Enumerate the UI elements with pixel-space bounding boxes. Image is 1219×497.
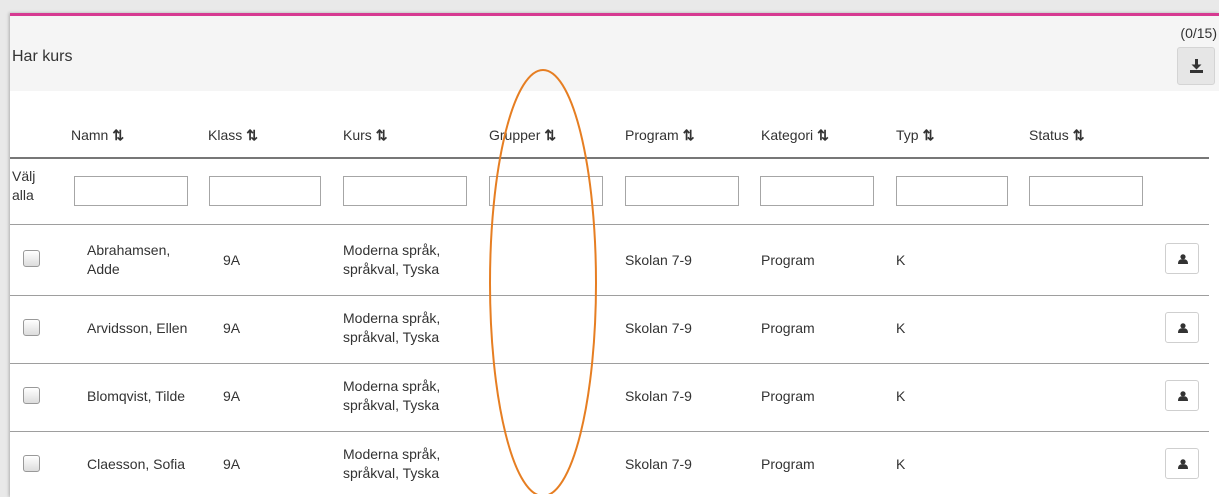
column-header-program[interactable]: Program ⇅ [625, 127, 694, 144]
cell-namn: Claesson, Sofia [87, 455, 185, 474]
cell-klass: 9A [223, 252, 241, 268]
cell-namn: Arvidsson, Ellen [87, 319, 187, 338]
row-divider [10, 363, 1209, 364]
cell-namn: Abrahamsen, Adde [87, 241, 170, 279]
sort-icon: ⇅ [682, 127, 695, 143]
cell-kurs: Moderna språk, språkval, Tyska [343, 377, 440, 415]
sort-icon: ⇅ [246, 127, 258, 143]
column-label: Program [625, 127, 679, 143]
kurs-line2: språkval, Tyska [343, 329, 440, 345]
cell-program: Skolan 7-9 [625, 320, 692, 336]
row-checkbox[interactable] [23, 250, 40, 267]
row-divider [10, 431, 1209, 432]
cell-program: Skolan 7-9 [625, 388, 692, 404]
user-icon [1178, 254, 1188, 264]
panel-title: Har kurs [12, 48, 73, 65]
view-student-button[interactable] [1165, 312, 1199, 343]
column-header-namn[interactable]: Namn ⇅ [71, 127, 124, 144]
name-line1: Blomqvist, Tilde [87, 388, 186, 404]
name-line1: Arvidsson, Ellen [87, 320, 188, 336]
filter-kurs-input[interactable] [343, 176, 467, 206]
cell-klass: 9A [223, 456, 241, 472]
cell-kategori: Program [761, 456, 815, 472]
panel-header: Har kurs (0/15) [10, 16, 1219, 91]
sort-icon: ⇅ [375, 127, 388, 143]
filter-namn-input[interactable] [74, 176, 188, 206]
kurs-line1: Moderna språk, [343, 242, 441, 258]
kurs-line1: Moderna språk, [343, 310, 441, 326]
export-button[interactable] [1177, 47, 1215, 85]
cell-kategori: Program [761, 388, 815, 404]
cell-namn: Blomqvist, Tilde [87, 387, 185, 406]
cell-typ: K [896, 320, 906, 336]
name-line1: Claesson, Sofia [87, 456, 186, 472]
cell-kurs: Moderna språk, språkval, Tyska [343, 309, 440, 347]
user-icon [1178, 391, 1188, 401]
filter-status-input[interactable] [1029, 176, 1143, 206]
filter-divider [10, 224, 1209, 225]
cell-kategori: Program [761, 252, 815, 268]
cell-typ: K [896, 388, 906, 404]
download-icon [1190, 59, 1203, 73]
cell-kategori: Program [761, 320, 815, 336]
row-checkbox[interactable] [23, 455, 40, 472]
kurs-line2: språkval, Tyska [343, 261, 440, 277]
cell-typ: K [896, 252, 906, 268]
user-icon [1178, 323, 1188, 333]
sort-icon: ⇅ [1072, 127, 1085, 143]
header-divider [10, 157, 1209, 159]
column-label: Klass [208, 127, 243, 143]
column-label: Namn [71, 127, 109, 143]
view-student-button[interactable] [1165, 380, 1199, 411]
column-header-kurs[interactable]: Kurs ⇅ [343, 127, 388, 144]
row-checkbox[interactable] [23, 387, 40, 404]
name-line1: Abrahamsen, [87, 242, 171, 258]
row-divider [10, 295, 1209, 296]
sort-icon: ⇅ [544, 127, 557, 143]
kurs-line2: språkval, Tyska [343, 397, 440, 413]
column-label: Typ [896, 127, 919, 143]
column-header-klass[interactable]: Klass ⇅ [208, 127, 258, 144]
sort-icon: ⇅ [112, 127, 125, 143]
cell-klass: 9A [223, 388, 241, 404]
cell-kurs: Moderna språk, språkval, Tyska [343, 241, 440, 279]
view-student-button[interactable] [1165, 243, 1199, 274]
column-label: Kurs [343, 127, 372, 143]
cell-typ: K [896, 456, 906, 472]
selection-count: (0/15) [1180, 25, 1217, 41]
name-line2: Adde [87, 261, 120, 277]
row-checkbox[interactable] [23, 319, 40, 336]
column-header-typ[interactable]: Typ ⇅ [896, 127, 934, 144]
filter-grupper-input[interactable] [489, 176, 603, 206]
cell-program: Skolan 7-9 [625, 252, 692, 268]
view-student-button[interactable] [1165, 448, 1199, 479]
kurs-line2: språkval, Tyska [343, 465, 440, 481]
column-header-status[interactable]: Status ⇅ [1029, 127, 1084, 144]
har-kurs-panel: Har kurs (0/15) Namn ⇅ Klass ⇅ Kurs ⇅ Grupp… [10, 13, 1219, 497]
column-label: Grupper [489, 127, 541, 143]
filter-program-input[interactable] [625, 176, 739, 206]
filter-typ-input[interactable] [896, 176, 1008, 206]
column-label: Kategori [761, 127, 814, 143]
filter-klass-input[interactable] [209, 176, 321, 206]
cell-program: Skolan 7-9 [625, 456, 692, 472]
sort-icon: ⇅ [817, 127, 829, 143]
column-header-grupper[interactable]: Grupper ⇅ [489, 127, 556, 144]
kurs-line1: Moderna språk, [343, 378, 441, 394]
select-all-label[interactable]: Välj alla [12, 167, 35, 205]
select-all-line2: alla [12, 187, 34, 203]
cell-klass: 9A [223, 320, 241, 336]
sort-icon: ⇅ [922, 127, 935, 143]
filter-kategori-input[interactable] [760, 176, 874, 206]
column-label: Status [1029, 127, 1069, 143]
select-all-line1: Välj [12, 168, 36, 184]
column-header-kategori[interactable]: Kategori ⇅ [761, 127, 829, 144]
kurs-line1: Moderna språk, [343, 446, 441, 462]
cell-kurs: Moderna språk, språkval, Tyska [343, 445, 440, 483]
user-icon [1178, 459, 1188, 469]
